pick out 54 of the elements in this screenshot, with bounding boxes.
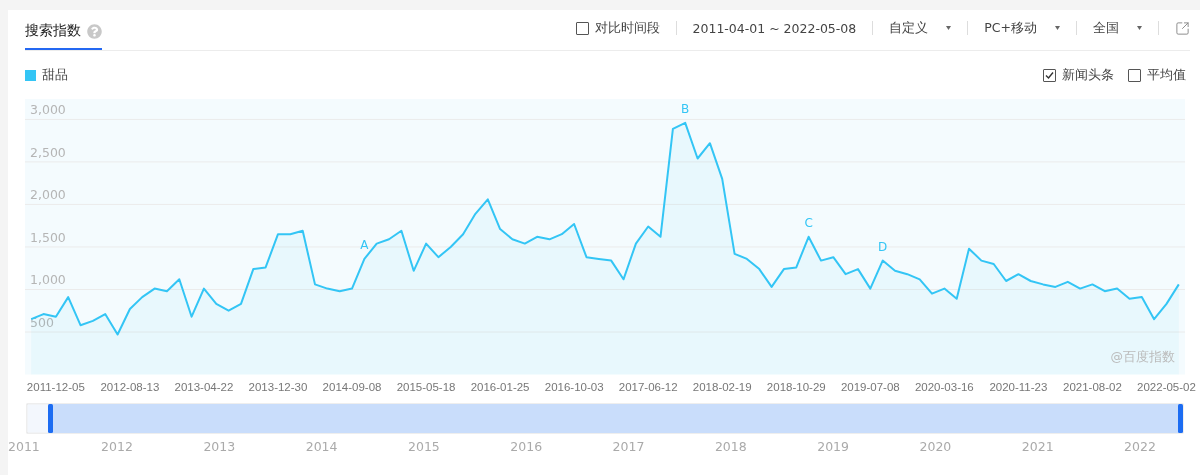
help-icon[interactable] [87,23,102,39]
axis-label: 2022-05-02 [1137,380,1196,393]
axis-label: 2,500 [30,144,66,160]
legend-label[interactable]: 甜品 [42,66,68,84]
range-handle[interactable] [48,404,53,433]
date-range[interactable]: 2011-04-01 ~ 2022-05-08 [692,20,857,36]
year-label: 2022 [1124,439,1156,454]
caret-icon [946,26,952,30]
dropdown[interactable]: PC+移动 [984,19,1060,37]
checkbox[interactable] [1043,68,1056,82]
checkbox[interactable] [1128,68,1141,82]
year-label: 2016 [510,439,543,454]
axis-label: 2018-10-29 [766,380,826,393]
checkbox-label[interactable]: 对比时间段 [594,19,660,37]
year-label: 2019 [817,439,849,454]
caret-icon [1055,26,1060,30]
year-label: 2014 [305,439,338,454]
year-label: 2013 [203,439,236,454]
axis-label: 2020-03-16 [914,380,974,393]
year-label: 2021 [1021,439,1054,454]
axis-label: 2017-06-12 [618,380,678,393]
caret-icon [1137,26,1142,30]
axis-label: 2,000 [30,187,66,203]
axis-label: 2013-12-30 [248,380,308,393]
axis-label: 2014-09-08 [322,380,382,393]
axis-label: 2012-08-13 [100,380,160,393]
axis-label: 2015-05-18 [396,380,456,393]
axis-label: 2020-11-23 [989,380,1048,393]
axis-label: 1,500 [30,229,66,245]
year-label: 2020 [919,439,952,454]
checkbox[interactable] [575,21,589,35]
year-label: 2015 [408,439,440,454]
year-label: 2011 [8,439,40,454]
axis-label: 2016-10-03 [544,380,604,393]
checkbox-label[interactable]: 新闻头条 [1062,66,1114,84]
axis-label: 2019-07-08 [840,380,900,393]
year-label: 2012 [101,439,133,454]
year-label: 2017 [612,439,645,454]
tab-label: 搜索指数 [25,22,81,40]
axis-label: 3,000 [30,102,66,118]
axis-label: 2011-12-05 [26,380,85,393]
axis-label: 2018-02-19 [692,380,752,393]
axis-label: 1,000 [30,272,66,288]
dropdown[interactable]: 全国 [1093,19,1142,37]
axis-label: 2013-04-22 [174,380,234,393]
chart-watermark: @百度指数 [1110,348,1175,364]
year-label: 2018 [714,439,747,454]
range-handle[interactable] [1178,404,1183,433]
checkbox-label[interactable]: 平均值 [1147,66,1186,84]
tab[interactable]: 搜索指数 [25,12,102,50]
dropdown[interactable]: 自定义 [889,19,952,37]
axis-label: 2016-01-25 [470,380,530,393]
share-icon[interactable] [1175,20,1190,36]
axis-label: 2021-08-02 [1063,380,1122,393]
